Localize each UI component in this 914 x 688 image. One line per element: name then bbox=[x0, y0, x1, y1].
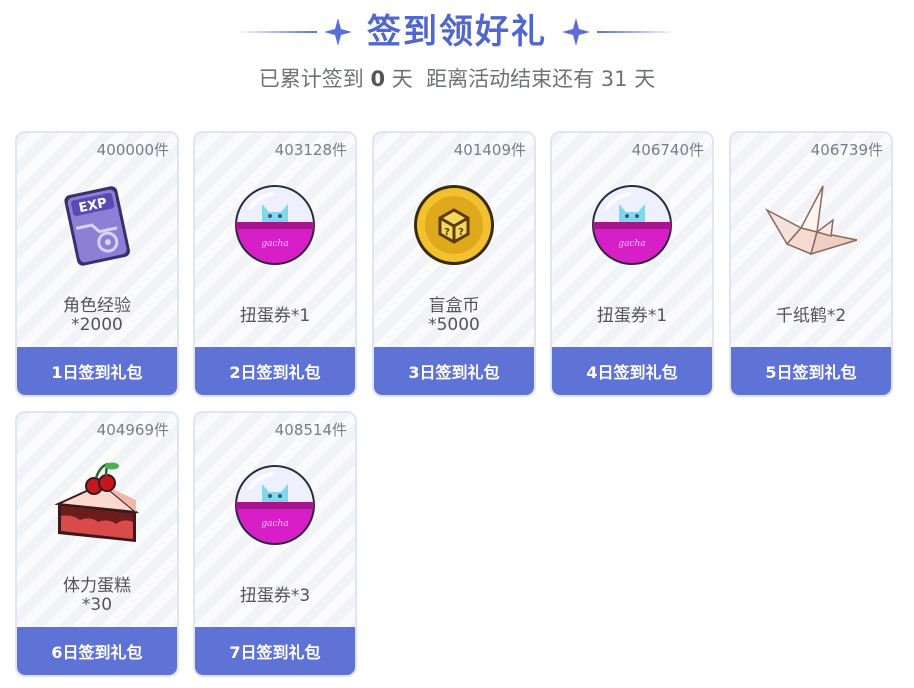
remaining-count: 406739件 bbox=[810, 141, 883, 159]
stamina-cake-icon bbox=[54, 462, 140, 542]
reward-card-day-3[interactable]: 401409件 ? ? 盲盒币 *5000 3日签到礼包 bbox=[372, 131, 536, 397]
claim-day-3-button[interactable]: 3日签到礼包 bbox=[374, 347, 534, 395]
remaining-count: 403128件 bbox=[274, 141, 347, 159]
reward-name: 扭蛋券*3 bbox=[239, 585, 311, 606]
reward-card-day-4[interactable]: 406740件 gacha 扭蛋券*1 4日签到礼包 bbox=[550, 131, 714, 397]
claim-day-1-button[interactable]: 1日签到礼包 bbox=[17, 347, 177, 395]
claim-day-6-button[interactable]: 6日签到礼包 bbox=[17, 627, 177, 675]
subtitle-prefix: 已累计签到 bbox=[258, 67, 371, 91]
title-divider-left bbox=[237, 31, 317, 33]
claim-day-2-button[interactable]: 2日签到礼包 bbox=[195, 347, 355, 395]
subtitle-mid: 天 距离活动结束还有 bbox=[385, 67, 601, 91]
paper-crane-icon bbox=[765, 185, 858, 256]
page-title: 签到领好礼 bbox=[367, 12, 547, 52]
reward-name: 扭蛋券*1 bbox=[596, 305, 668, 326]
subtitle-suffix: 天 bbox=[627, 67, 656, 91]
reward-name: 扭蛋券*1 bbox=[239, 305, 311, 326]
reward-name: 角色经验 *2000 bbox=[63, 296, 131, 335]
claim-day-5-button[interactable]: 5日签到礼包 bbox=[731, 347, 891, 395]
remaining-count: 404969件 bbox=[96, 421, 169, 439]
days-left-count: 31 bbox=[600, 67, 628, 91]
gacha-capsule-icon: gacha bbox=[235, 185, 315, 265]
reward-name: 盲盒币 *5000 bbox=[428, 296, 480, 335]
sparkle-star-icon bbox=[324, 18, 352, 46]
gacha-capsule-icon: gacha bbox=[592, 185, 672, 265]
reward-card-day-6[interactable]: 404969件 体力蛋糕 *30 6日签到礼包 bbox=[15, 411, 179, 677]
reward-name: 千纸鹤*2 bbox=[775, 305, 847, 326]
remaining-count: 401409件 bbox=[453, 141, 526, 159]
title-row: 签到领好礼 bbox=[0, 8, 914, 56]
blind-box-coin-icon: ? ? bbox=[414, 185, 494, 265]
remaining-count: 406740件 bbox=[631, 141, 704, 159]
svg-text:gacha: gacha bbox=[261, 239, 288, 249]
reward-card-day-7[interactable]: 408514件 gacha 扭蛋券*3 7日签到礼包 bbox=[193, 411, 357, 677]
remaining-count: 408514件 bbox=[274, 421, 347, 439]
remaining-count: 400000件 bbox=[96, 141, 169, 159]
svg-text:?: ? bbox=[458, 227, 464, 238]
reward-card-day-2[interactable]: 403128件 gacha 扭蛋券*1 2日签到礼包 bbox=[193, 131, 357, 397]
gacha-capsule-icon: gacha bbox=[235, 465, 315, 545]
exp-card-icon: EXP bbox=[64, 186, 130, 266]
signed-days-count: 0 bbox=[370, 67, 386, 91]
svg-text:?: ? bbox=[444, 227, 450, 238]
svg-text:gacha: gacha bbox=[618, 239, 645, 249]
reward-card-day-1[interactable]: 400000件 EXP 角色经验 *2000 1日签到礼包 bbox=[15, 131, 179, 397]
svg-text:gacha: gacha bbox=[261, 519, 288, 529]
title-divider-right bbox=[597, 31, 677, 33]
reward-card-day-5[interactable]: 406739件 千纸鹤*2 5日签到礼包 bbox=[729, 131, 893, 397]
sparkle-star-icon bbox=[562, 18, 590, 46]
reward-name: 体力蛋糕 *30 bbox=[63, 576, 131, 615]
claim-day-7-button[interactable]: 7日签到礼包 bbox=[195, 627, 355, 675]
claim-day-4-button[interactable]: 4日签到礼包 bbox=[552, 347, 712, 395]
signin-progress-text: 已累计签到 0 天 距离活动结束还有 31 天 bbox=[0, 64, 914, 94]
page-header: 签到领好礼 已累计签到 0 天 距离活动结束还有 31 天 bbox=[0, 0, 914, 110]
